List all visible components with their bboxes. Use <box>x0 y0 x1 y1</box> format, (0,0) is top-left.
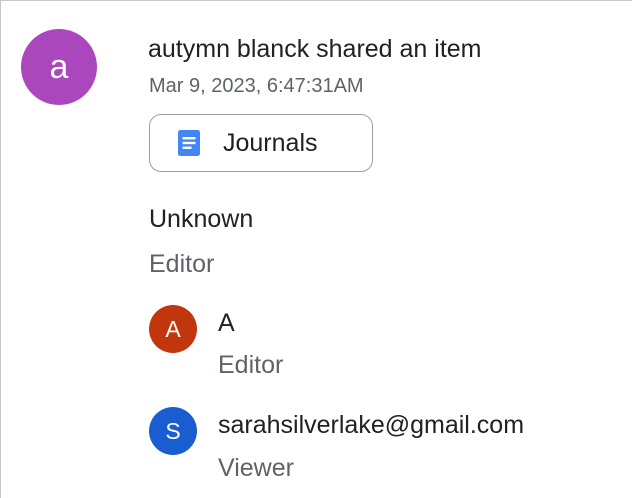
doc-icon-line <box>182 137 196 140</box>
user-role: Viewer <box>218 454 294 482</box>
user-role: Editor <box>218 351 284 379</box>
general-access-name: Unknown <box>149 205 254 233</box>
google-docs-icon <box>178 130 200 156</box>
doc-icon-line <box>182 141 196 145</box>
user-avatar[interactable]: A <box>149 305 197 353</box>
activity-timestamp: Mar 9, 2023, 6:47:31AM <box>149 75 364 97</box>
general-access-role: Editor <box>149 250 215 278</box>
activity-entry: a autymn blanck shared an item Mar 9, 20… <box>0 0 632 498</box>
user-avatar[interactable]: S <box>149 407 197 455</box>
doc-icon-line <box>182 146 192 149</box>
shared-item-label: Journals <box>223 129 318 157</box>
activity-headline: autymn blanck shared an item <box>148 35 482 63</box>
user-name: A <box>218 309 235 337</box>
user-email: sarahsilverlake@gmail.com <box>218 411 525 439</box>
actor-avatar[interactable]: a <box>21 29 97 105</box>
shared-item-chip[interactable]: Journals <box>149 114 373 172</box>
